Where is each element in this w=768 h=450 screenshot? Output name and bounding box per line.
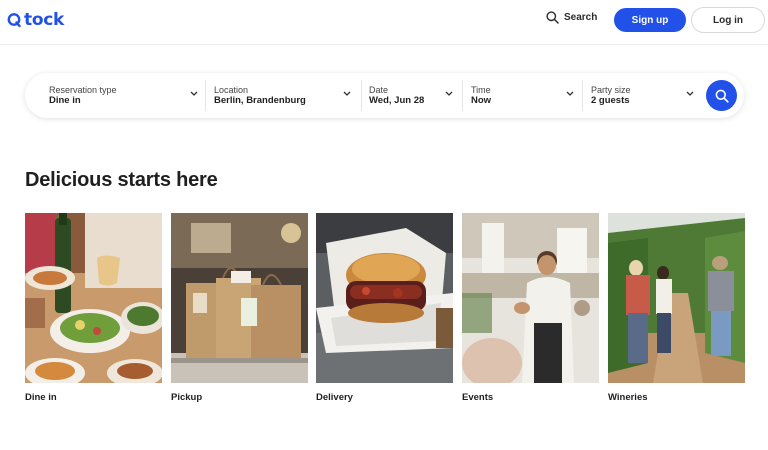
- pickup-image: [171, 213, 308, 383]
- chevron-down-icon: [343, 91, 351, 96]
- category-label: Wineries: [608, 392, 648, 403]
- reservation-type-value: Dine in: [49, 95, 81, 106]
- category-label: Delivery: [316, 392, 353, 403]
- party-size-field[interactable]: Party size 2 guests: [583, 73, 701, 118]
- chevron-down-icon: [445, 91, 453, 96]
- search-submit-button[interactable]: [706, 80, 737, 111]
- category-card-events[interactable]: Events: [462, 213, 599, 403]
- date-field[interactable]: Date Wed, Jun 28: [362, 73, 462, 118]
- top-nav: tock Search Sign up Log in: [0, 0, 768, 45]
- search-icon: [715, 89, 729, 103]
- log-in-button[interactable]: Log in: [691, 7, 765, 33]
- wineries-image: [608, 213, 745, 383]
- location-field[interactable]: Location Berlin, Brandenburg: [206, 73, 361, 118]
- category-label: Events: [462, 392, 494, 403]
- party-size-label: Party size: [591, 85, 631, 95]
- time-field[interactable]: Time Now: [463, 73, 582, 118]
- category-card-delivery[interactable]: Delivery: [316, 213, 453, 403]
- dine-in-image: [25, 213, 162, 383]
- chevron-down-icon: [566, 91, 574, 96]
- tock-logo[interactable]: tock: [7, 10, 64, 30]
- chevron-down-icon: [190, 91, 198, 96]
- events-image: [462, 213, 599, 383]
- reservation-type-label: Reservation type: [49, 85, 117, 95]
- category-card-pickup[interactable]: Pickup: [171, 213, 308, 403]
- search-icon: [546, 11, 559, 24]
- time-label: Time: [471, 85, 491, 95]
- chevron-down-icon: [686, 91, 694, 96]
- search-label: Search: [564, 12, 598, 23]
- tock-logo-icon: [7, 13, 21, 28]
- location-value: Berlin, Brandenburg: [214, 95, 306, 106]
- delivery-image: [316, 213, 453, 383]
- category-label: Dine in: [25, 392, 57, 403]
- category-card-wineries[interactable]: Wineries: [608, 213, 745, 403]
- logo-text: tock: [24, 10, 64, 30]
- date-label: Date: [369, 85, 389, 95]
- category-card-dine-in[interactable]: Dine in: [25, 213, 162, 403]
- category-label: Pickup: [171, 392, 203, 403]
- sign-up-button[interactable]: Sign up: [614, 8, 686, 32]
- time-value: Now: [471, 95, 492, 106]
- location-label: Location: [214, 85, 249, 95]
- date-value: Wed, Jun 28: [369, 95, 425, 106]
- reservation-search-bar: Reservation type Dine in Location Berlin…: [25, 73, 744, 118]
- section-title: Delicious starts here: [25, 169, 218, 191]
- party-size-value: 2 guests: [591, 95, 630, 106]
- reservation-type-field[interactable]: Reservation type Dine in: [25, 73, 205, 118]
- header-search-button[interactable]: Search: [546, 11, 597, 24]
